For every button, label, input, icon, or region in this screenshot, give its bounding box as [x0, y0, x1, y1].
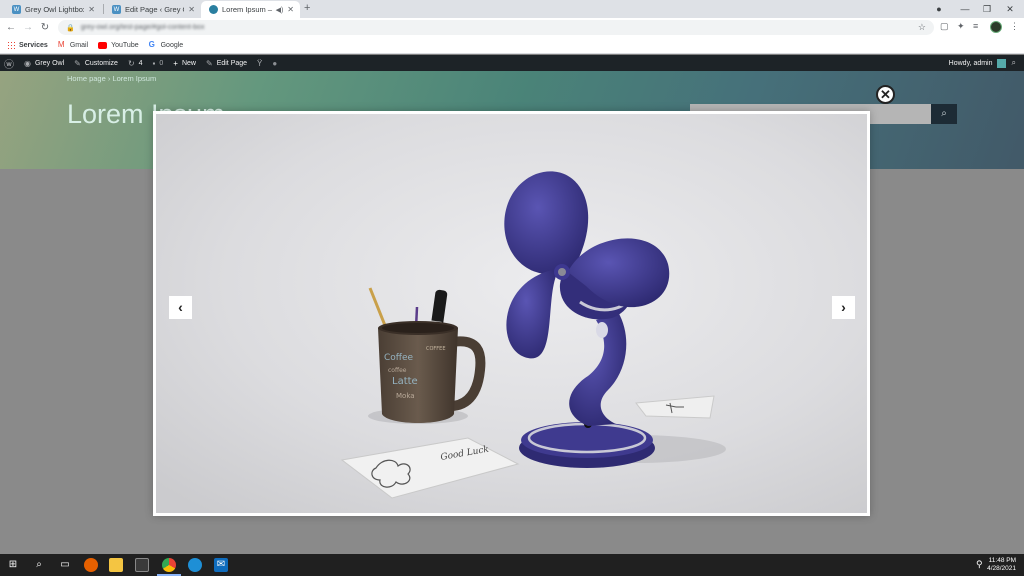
audio-playing-icon[interactable]: ◀) — [276, 6, 284, 14]
svg-text:Moka: Moka — [396, 392, 415, 400]
reload-icon[interactable]: ↻ — [38, 20, 52, 35]
admin-account[interactable]: Howdy, admin ⌕ — [949, 58, 1016, 68]
bookmark-services[interactable]: Services — [7, 41, 48, 49]
updates-count: 4 — [138, 59, 143, 67]
brush-icon: ✎ — [74, 58, 81, 68]
lightbox-next-button[interactable]: › — [832, 296, 855, 319]
gmail-icon: M — [57, 40, 65, 49]
admin-avatar — [996, 58, 1006, 68]
clock-time: 11:48 PM — [988, 557, 1016, 564]
lightbox-image-fan-and-mug: Good Luck Coffee coffee Latte COFFEE Mok… — [156, 114, 867, 513]
customize-label: Customize — [84, 59, 118, 67]
extension-icon[interactable]: ▢ — [940, 21, 949, 32]
admin-comments[interactable]: ▪ 0 — [153, 59, 164, 68]
puzzle-extensions-icon[interactable]: ✦ — [957, 21, 965, 32]
edit-page-label: Edit Page — [216, 59, 248, 67]
breadcrumb: Home page › Lorem Ipsum — [67, 74, 157, 83]
new-label: New — [181, 59, 196, 67]
windows-taskbar: ⊞ ⌕ ▭ ✉ ⚲ 11:48 PM 4/28/2021 — [0, 554, 1024, 576]
svg-text:Coffee: Coffee — [384, 353, 414, 363]
browser-toolbar: ← → ↻ 🔒 grey-owl.org/test-page/#gol-cont… — [0, 18, 1024, 37]
updates-icon: ↻ — [127, 58, 135, 68]
file-explorer-icon[interactable] — [109, 558, 123, 572]
lightbox-frame: Good Luck Coffee coffee Latte COFFEE Mok… — [153, 111, 870, 516]
close-window-button[interactable]: ✕ — [999, 1, 1021, 17]
bookmarks-bar: Services M Gmail YouTube G Google — [0, 37, 1024, 54]
forward-icon[interactable]: → — [21, 20, 35, 35]
pencil-icon: ✎ — [205, 58, 213, 68]
site-name-label: Grey Owl — [34, 59, 65, 67]
tab-label: Grey Owl Lightbox ‹ Gr — [25, 5, 85, 14]
bookmark-label: Services — [19, 41, 48, 49]
task-view-icon[interactable]: ▭ — [58, 558, 72, 572]
wordpress-logo-icon[interactable]: ⓦ — [4, 56, 14, 71]
tab-lorem-ipsum[interactable]: Lorem Ipsum – Gr ◀) ✕ — [201, 1, 300, 18]
bookmark-label: Gmail — [69, 41, 89, 49]
network-icon[interactable]: ⚲ — [976, 559, 983, 570]
windows-start-icon[interactable]: ⊞ — [6, 558, 20, 572]
tab-close-icon[interactable]: ✕ — [287, 5, 294, 14]
dashboard-icon: ◉ — [24, 58, 31, 68]
admin-new[interactable]: + New — [173, 59, 196, 68]
search-icon[interactable]: ⌕ — [32, 558, 46, 572]
menu-kebab-icon[interactable]: ⋮ — [1010, 21, 1019, 32]
tab-edit-page[interactable]: W Edit Page ‹ Grey Owl — ✕ — [104, 1, 201, 18]
system-clock[interactable]: 11:48 PM 4/28/2021 — [987, 557, 1016, 573]
reading-list-icon[interactable]: ≡ — [973, 21, 978, 31]
firefox-icon[interactable] — [84, 558, 98, 572]
comment-icon: ▪ — [152, 58, 156, 68]
back-icon[interactable]: ← — [4, 20, 18, 35]
svg-text:COFFEE: COFFEE — [426, 346, 446, 352]
bookmark-gmail[interactable]: M Gmail — [58, 41, 88, 49]
wordpress-favicon-icon: W — [12, 5, 21, 14]
tab-label: Edit Page ‹ Grey Owl — — [125, 5, 184, 14]
clock-date: 4/28/2021 — [987, 565, 1016, 572]
lightbox-close-button[interactable]: ✕ — [876, 85, 895, 104]
tab-close-icon[interactable]: ✕ — [188, 5, 195, 14]
tab-close-icon[interactable]: ✕ — [88, 5, 95, 14]
admin-site-name[interactable]: ◉ Grey Owl — [24, 59, 64, 68]
search-icon[interactable]: ⌕ — [1012, 58, 1016, 68]
admin-edit-page[interactable]: ✎ Edit Page — [206, 59, 247, 68]
comments-count: 0 — [159, 59, 164, 67]
new-tab-button[interactable]: + — [304, 2, 310, 14]
admin-updates[interactable]: ↻ 4 — [128, 59, 143, 68]
tab-label: Lorem Ipsum – Gr — [222, 5, 274, 14]
lock-icon: 🔒 — [66, 24, 75, 32]
site-search-button[interactable]: ⌕ — [931, 104, 957, 124]
bookmark-star-icon[interactable]: ☆ — [918, 22, 926, 33]
bookmark-google[interactable]: G Google — [149, 41, 184, 49]
greeting-label: Howdy, admin — [948, 59, 993, 67]
bookmark-label: Google — [160, 41, 184, 49]
address-bar[interactable]: 🔒 grey-owl.org/test-page/#gol-content-bo… — [58, 20, 934, 35]
yoast-icon[interactable]: Ÿ — [257, 59, 262, 68]
youtube-icon — [98, 41, 108, 49]
svg-text:coffee: coffee — [388, 367, 407, 374]
wp-admin-bar: ⓦ ◉ Grey Owl ✎ Customize ↻ 4 ▪ 0 + New ✎… — [0, 55, 1024, 71]
status-dot-icon[interactable]: ● — [272, 59, 277, 68]
chrome-icon[interactable] — [162, 558, 176, 572]
apps-icon — [7, 41, 15, 49]
wordpress-favicon-icon: W — [112, 5, 121, 14]
store-icon[interactable] — [135, 558, 149, 572]
site-favicon-icon — [209, 5, 218, 14]
mail-icon[interactable]: ✉ — [214, 558, 228, 572]
url-text: grey-owl.org/test-page/#gol-content-box — [80, 24, 205, 31]
admin-customize[interactable]: ✎ Customize — [74, 59, 118, 68]
google-icon: G — [148, 40, 155, 49]
bookmark-label: YouTube — [111, 41, 139, 49]
tab-grey-owl-lightbox[interactable]: W Grey Owl Lightbox ‹ Gr ✕ — [4, 1, 101, 18]
edge-icon[interactable] — [188, 558, 202, 572]
minimize-button[interactable]: — — [954, 1, 976, 17]
search-icon: ⌕ — [941, 108, 947, 119]
svg-text:Latte: Latte — [392, 376, 418, 387]
profile-circle-icon[interactable]: ● — [928, 1, 950, 17]
restore-button[interactable]: ❒ — [976, 1, 998, 17]
bookmark-youtube[interactable]: YouTube — [98, 41, 139, 49]
plus-icon: + — [173, 58, 178, 68]
browser-tab-strip: W Grey Owl Lightbox ‹ Gr ✕ W Edit Page ‹… — [0, 0, 1024, 18]
lightbox-prev-button[interactable]: ‹ — [169, 296, 192, 319]
profile-avatar[interactable] — [990, 21, 1002, 33]
